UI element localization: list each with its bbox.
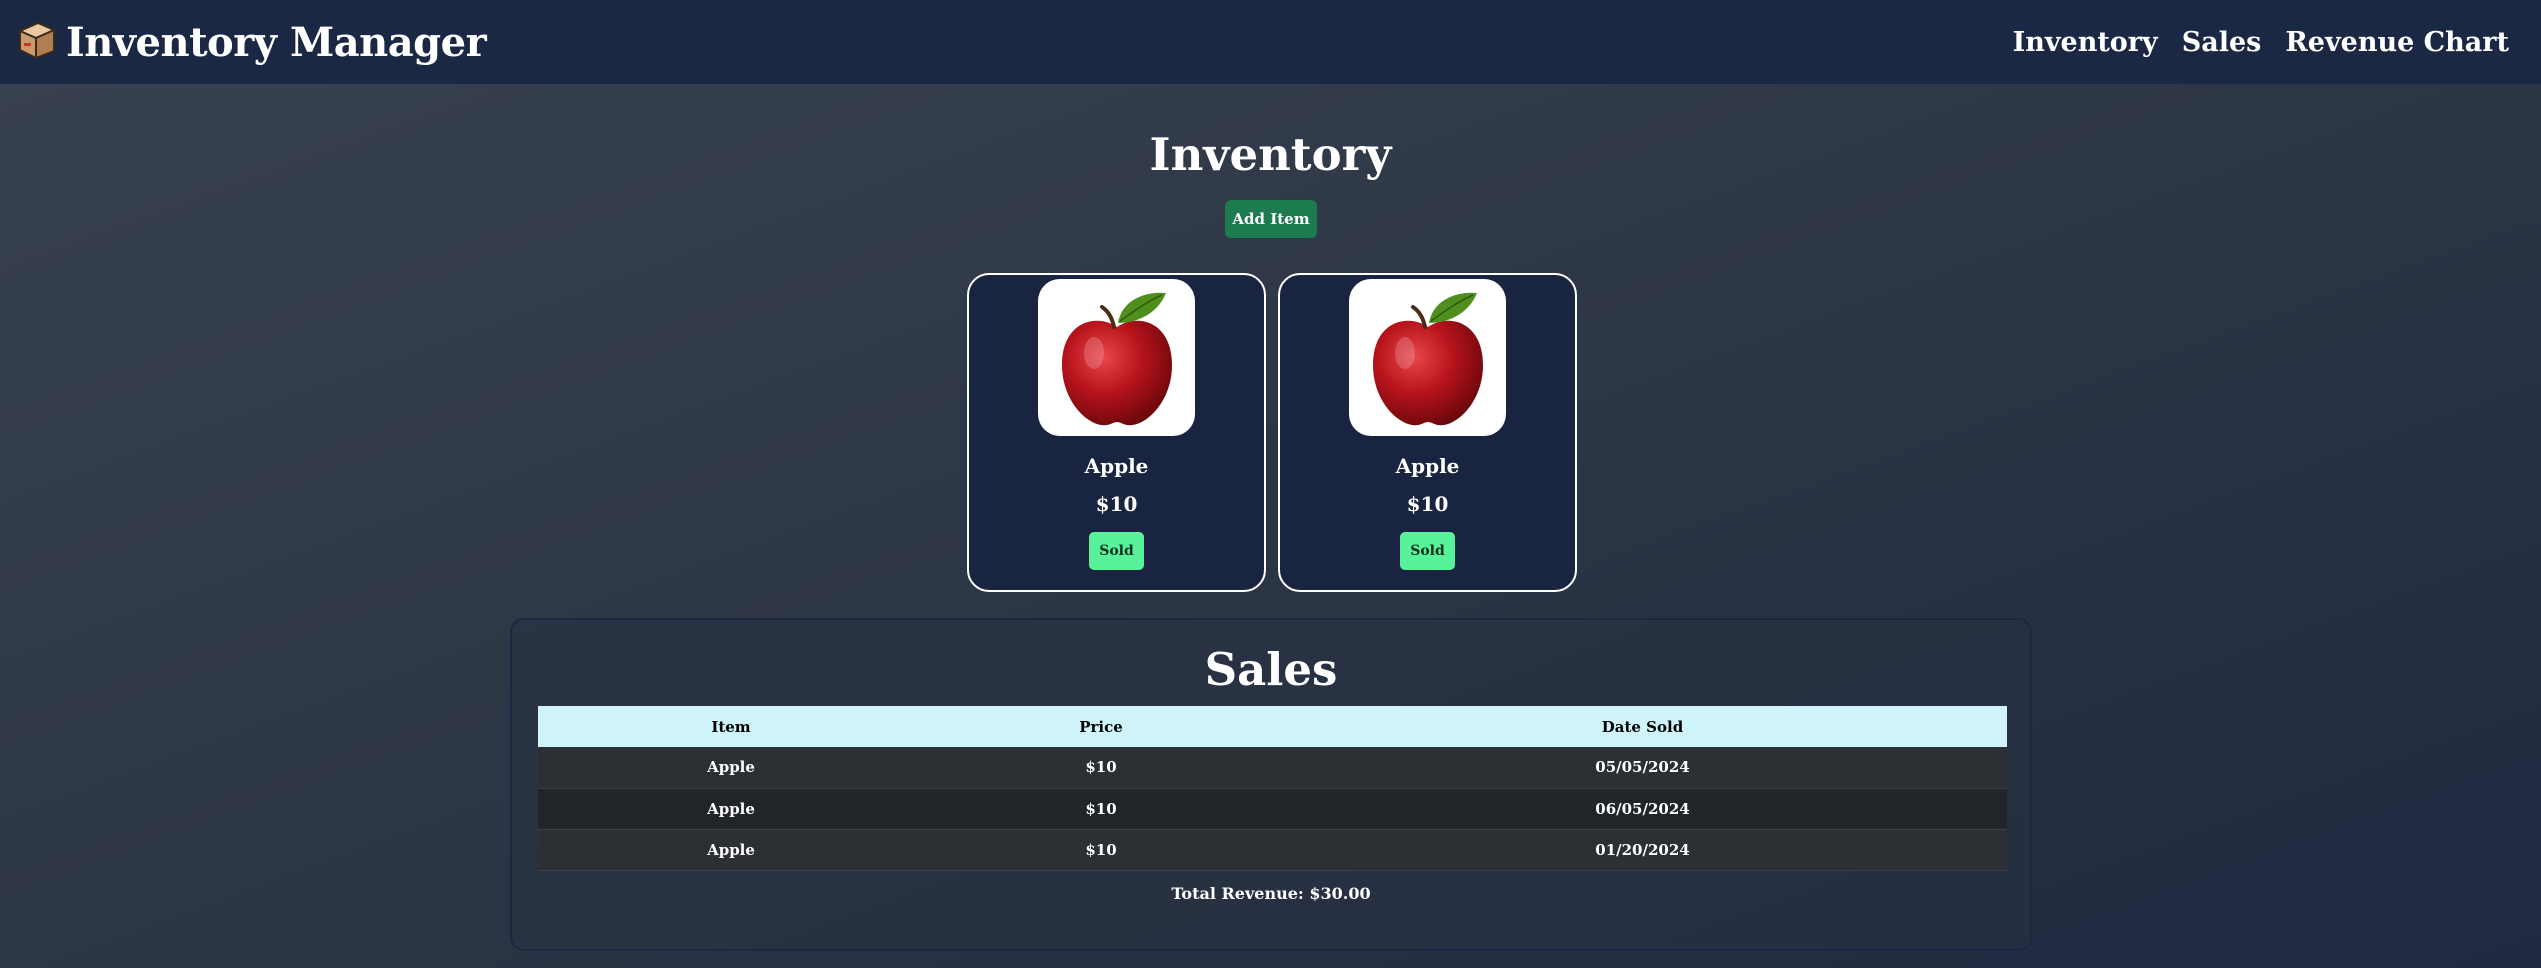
column-header-price: Price	[924, 706, 1278, 747]
item-name: Apple	[1395, 454, 1460, 478]
table-row: Apple $10 01/20/2024	[538, 829, 2007, 871]
cell-item: Apple	[538, 829, 924, 871]
package-box-icon	[14, 17, 60, 67]
sales-title: Sales	[1204, 643, 1338, 696]
sold-button[interactable]: Sold	[1400, 532, 1455, 570]
table-row: Apple $10 06/05/2024	[538, 788, 2007, 830]
cell-price: $10	[924, 788, 1278, 830]
cell-date: 05/05/2024	[1278, 747, 2007, 789]
sold-button[interactable]: Sold	[1089, 532, 1144, 570]
item-image	[1038, 279, 1195, 436]
red-apple-icon	[1372, 292, 1483, 425]
inventory-title: Inventory	[1149, 128, 1392, 181]
red-apple-icon	[1061, 292, 1172, 425]
cell-price: $10	[924, 829, 1278, 871]
cell-date: 06/05/2024	[1278, 788, 2007, 830]
nav-link-revenue-chart[interactable]: Revenue Chart	[2285, 27, 2509, 58]
item-image	[1349, 279, 1506, 436]
inventory-card: Apple $10 Sold	[1278, 273, 1577, 592]
item-price: $10	[1095, 492, 1138, 516]
inventory-card: Apple $10 Sold	[967, 273, 1266, 592]
nav-link-sales[interactable]: Sales	[2182, 27, 2262, 58]
cell-price: $10	[924, 747, 1278, 789]
column-header-item: Item	[538, 706, 924, 747]
item-name: Apple	[1084, 454, 1149, 478]
nav-link-inventory[interactable]: Inventory	[2013, 27, 2158, 58]
top-navbar: Inventory Manager Inventory Sales Revenu…	[0, 0, 2541, 84]
cell-item: Apple	[538, 788, 924, 830]
item-price: $10	[1406, 492, 1449, 516]
brand[interactable]: Inventory Manager	[14, 17, 487, 67]
column-header-date-sold: Date Sold	[1278, 706, 2007, 747]
table-row: Apple $10 05/05/2024	[538, 747, 2007, 789]
inventory-cards: Apple $10 Sold Apple $10 Sold	[967, 273, 1577, 592]
total-revenue: Total Revenue: $30.00	[1171, 884, 1371, 903]
table-header-row: Item Price Date Sold	[538, 706, 2007, 747]
cell-date: 01/20/2024	[1278, 829, 2007, 871]
cell-item: Apple	[538, 747, 924, 789]
sales-table: Item Price Date Sold Apple $10 05/05/202…	[538, 706, 2007, 871]
brand-title: Inventory Manager	[66, 18, 487, 66]
nav-links: Inventory Sales Revenue Chart	[2013, 27, 2509, 58]
sales-panel: Sales Item Price Date Sold Apple $10 05/…	[510, 618, 2032, 951]
add-item-button[interactable]: Add Item	[1225, 200, 1317, 238]
